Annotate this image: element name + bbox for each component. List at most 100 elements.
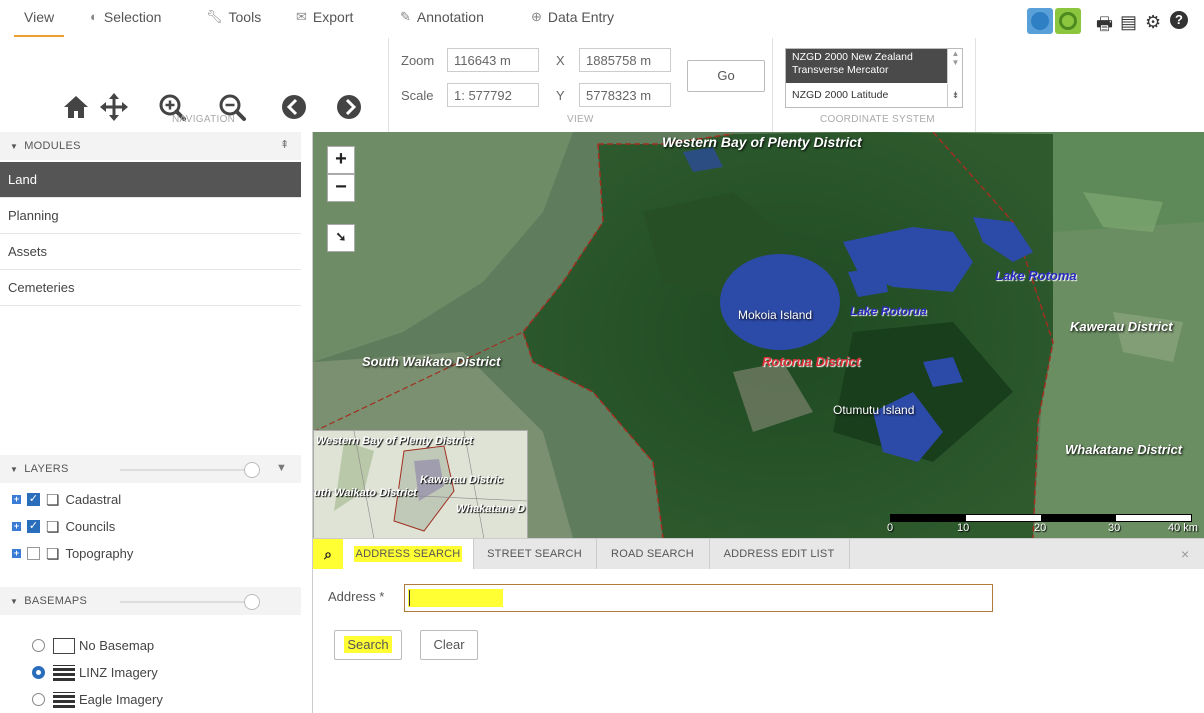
address-label: Address * (328, 589, 385, 604)
home-icon[interactable] (58, 92, 94, 122)
basemap-label-none: No Basemap (79, 638, 155, 653)
map-view[interactable]: Western Bay of Plenty District Lake Roto… (313, 132, 1204, 538)
layer-checkbox-cadastral[interactable]: ✓ (27, 493, 40, 506)
overview-label-south-waikato: uth Waikato District (314, 487, 418, 499)
gear-icon[interactable]: ⚙ (1145, 12, 1161, 33)
collapse-arrow-icon: ▼ (10, 596, 19, 606)
y-label: Y (556, 88, 565, 103)
basemap-label-linz: LINZ Imagery (79, 665, 158, 680)
map-label-whakatane: Whakatane District (1065, 442, 1183, 457)
expand-icon[interactable]: + (12, 495, 21, 504)
module-item-land[interactable]: Land (0, 162, 301, 198)
filter-icon[interactable]: ▼ (276, 462, 287, 474)
input-highlight (408, 589, 503, 607)
go-button[interactable]: Go (687, 60, 765, 92)
menu-view-label: View (24, 9, 55, 25)
modules-list: Land Planning Assets Cemeteries (0, 162, 301, 306)
divider (975, 38, 976, 132)
y-field[interactable]: 5778323 m (579, 83, 671, 107)
selection-icon: ◐ (90, 9, 98, 24)
overview-map[interactable]: Western Bay of Plenty District uth Waika… (313, 430, 528, 538)
help-icon[interactable]: ? (1170, 11, 1188, 29)
tab-address-edit-list[interactable]: ADDRESS EDIT LIST (709, 539, 850, 569)
tab-address-search[interactable]: ADDRESS SEARCH (343, 539, 474, 569)
map-label-mokoia: Mokoia Island (738, 308, 813, 322)
zoom-label: Zoom (401, 53, 435, 68)
forward-arrow-icon[interactable] (331, 94, 367, 120)
basemaps-opacity-knob[interactable] (244, 594, 260, 610)
overview-label-kawerau: Kawerau Distric (420, 474, 504, 486)
basemaps-list: No Basemap LINZ Imagery Eagle Imagery (32, 632, 163, 713)
layer-checkbox-councils[interactable]: ✓ (27, 520, 40, 533)
clear-button[interactable]: Clear (420, 630, 478, 660)
basemap-row-none[interactable]: No Basemap (32, 632, 163, 659)
basemap-radio-eagle[interactable] (32, 693, 45, 706)
layers-stack-icon: ❏ (46, 518, 60, 536)
dropdown-arrow-icon[interactable]: ⇟ (947, 84, 963, 107)
map-label-rotorua: Rotorua District (762, 354, 861, 369)
zoom-field[interactable]: 116643 m (447, 48, 539, 72)
basemap-radio-none[interactable] (32, 639, 45, 652)
layer-row-councils: + ✓ ❏ Councils (12, 513, 133, 540)
basemaps-opacity-slider[interactable] (120, 601, 250, 603)
modules-title: MODULES (24, 140, 81, 152)
search-button-label: Search (344, 636, 392, 653)
basemap-label-eagle: Eagle Imagery (79, 692, 163, 707)
council-logo-icon[interactable] (1055, 8, 1081, 34)
pin-icon[interactable]: ⇞ (280, 138, 289, 151)
basemap-row-eagle[interactable]: Eagle Imagery (32, 686, 163, 713)
address-input[interactable] (404, 584, 993, 612)
search-icon[interactable]: ⌕ (313, 539, 343, 569)
menu-selection[interactable]: ◐ Selection (90, 9, 161, 35)
close-icon[interactable]: × (1181, 546, 1189, 562)
sidebar: ▼ MODULES ⇞ Land Planning Assets Cemeter… (0, 132, 313, 713)
scale-tick-40: 40 km (1168, 522, 1198, 534)
menu-view[interactable]: View (14, 9, 65, 37)
layers-opacity-slider[interactable] (120, 469, 250, 471)
map-label-otumutu: Otumutu Island (833, 403, 915, 417)
menu-data-entry[interactable]: ⊕ Data Entry (531, 9, 614, 35)
collapse-arrow-icon: ▼ (10, 464, 19, 474)
basemap-radio-linz[interactable] (32, 666, 45, 679)
tab-road-search[interactable]: ROAD SEARCH (596, 539, 710, 569)
menu-bar: View ◐ Selection 🔧︎ Tools ✉ Export ✎ Ann… (0, 0, 1204, 38)
basemap-row-linz[interactable]: LINZ Imagery (32, 659, 163, 686)
layer-row-cadastral: + ✓ ❏ Cadastral (12, 486, 133, 513)
overview-label-western-bop: Western Bay of Plenty District (316, 435, 473, 447)
globe-logo-icon[interactable] (1027, 8, 1053, 34)
scale-field[interactable]: 1: 577792 (447, 83, 539, 107)
module-item-cemeteries[interactable]: Cemeteries (0, 270, 301, 306)
select-tool-icon[interactable]: ➘ (327, 224, 355, 252)
module-item-assets[interactable]: Assets (0, 234, 301, 270)
map-label-lake-rotoma: Lake Rotoma (995, 268, 1077, 283)
modules-header[interactable]: ▼ MODULES (0, 132, 301, 160)
layers-stack-icon: ❏ (46, 545, 60, 563)
wrench-icon: 🔧︎ (206, 9, 223, 24)
menu-selection-label: Selection (103, 9, 162, 25)
module-item-planning[interactable]: Planning (0, 198, 301, 234)
expand-icon[interactable]: + (12, 549, 21, 558)
menu-tools[interactable]: 🔧︎ Tools (206, 9, 261, 35)
x-label: X (556, 53, 565, 68)
map-label-kawerau: Kawerau District (1070, 319, 1173, 334)
layer-checkbox-topography[interactable] (27, 547, 40, 560)
search-button[interactable]: Search (334, 630, 402, 660)
map-zoom-in-button[interactable]: + (327, 146, 355, 174)
tab-street-search[interactable]: STREET SEARCH (473, 539, 597, 569)
expand-icon[interactable]: + (12, 522, 21, 531)
back-arrow-icon[interactable] (276, 94, 312, 120)
coordinate-option[interactable]: NZGD 2000 Latitude (786, 84, 947, 107)
map-zoom-out-button[interactable]: − (327, 174, 355, 202)
ribbon: NAVIGATION Zoom 116643 m Scale 1: 577792… (0, 38, 1204, 133)
scroll-arrows-icon[interactable]: ▲ ▼ (947, 49, 963, 83)
layers-opacity-knob[interactable] (244, 462, 260, 478)
menu-annotation[interactable]: ✎ Annotation (400, 9, 484, 35)
layers-title: LAYERS (24, 463, 69, 475)
layer-row-topography: + ❏ Topography (12, 540, 133, 567)
coordinate-selected-option[interactable]: NZGD 2000 New Zealand Transverse Mercato… (786, 49, 947, 83)
menu-export[interactable]: ✉ Export (296, 9, 353, 35)
coordinate-system-select[interactable]: NZGD 2000 New Zealand Transverse Mercato… (785, 48, 963, 108)
document-icon[interactable]: ▤ (1120, 12, 1137, 33)
x-field[interactable]: 1885758 m (579, 48, 671, 72)
pan-icon[interactable] (96, 91, 132, 123)
